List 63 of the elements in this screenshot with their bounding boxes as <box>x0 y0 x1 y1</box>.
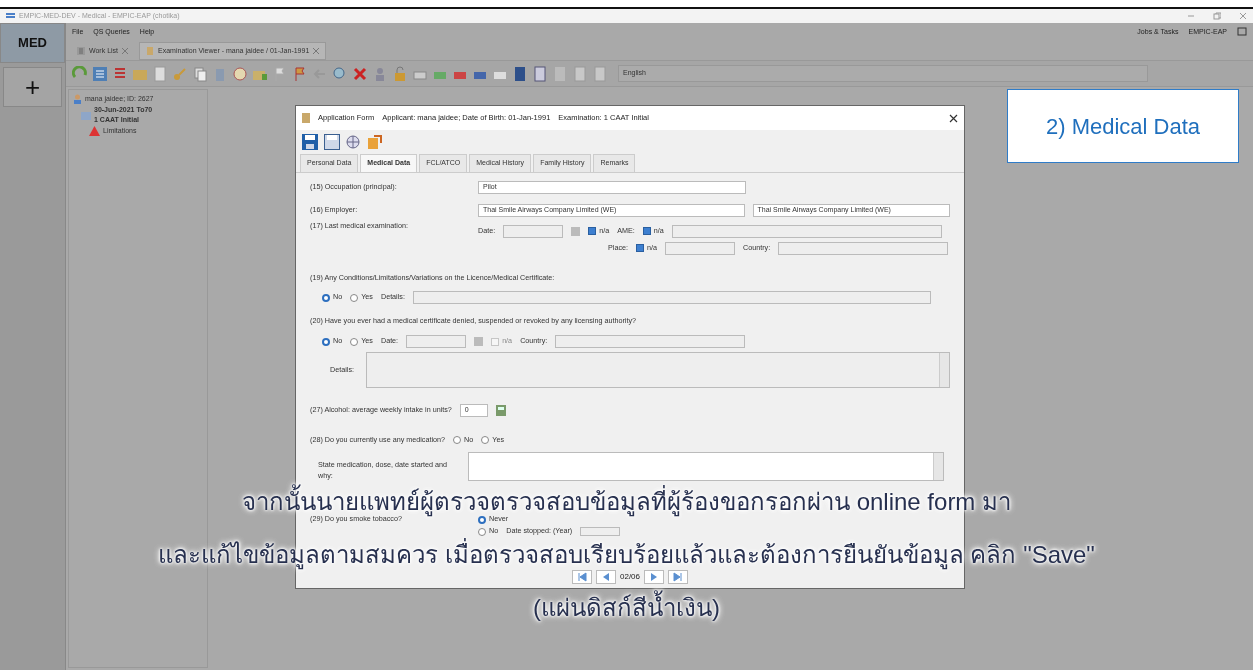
form-icon <box>302 113 310 123</box>
details-field[interactable] <box>365 352 950 389</box>
radio-button[interactable] <box>350 337 359 346</box>
add-button[interactable]: + <box>3 67 62 107</box>
search-icon[interactable] <box>332 65 348 82</box>
list-icon <box>77 46 85 55</box>
radio-button[interactable] <box>478 527 486 536</box>
checkbox[interactable] <box>588 227 597 235</box>
app-icon <box>6 12 15 20</box>
first-page-icon <box>577 572 587 582</box>
list-icon[interactable] <box>92 65 108 82</box>
document-icon <box>146 46 155 55</box>
restore-icon[interactable] <box>1213 12 1221 20</box>
place-field[interactable] <box>665 241 735 255</box>
next-page-icon <box>649 572 659 582</box>
copy-icon[interactable] <box>192 65 208 82</box>
page-indicator: 02/06 <box>620 571 640 583</box>
country-dropdown[interactable] <box>555 335 746 349</box>
document-icon[interactable] <box>572 65 588 82</box>
document-icon[interactable] <box>152 65 168 82</box>
medication-field[interactable] <box>468 451 944 481</box>
document-icon[interactable] <box>592 65 608 82</box>
calendar-icon[interactable] <box>474 337 484 347</box>
lock-icon[interactable] <box>392 65 408 82</box>
pager-button[interactable] <box>572 570 592 584</box>
pager-button[interactable] <box>644 570 664 584</box>
checkbox[interactable] <box>636 244 644 252</box>
radio-button[interactable] <box>453 436 462 445</box>
close-icon[interactable] <box>949 113 958 123</box>
document-icon[interactable] <box>532 65 548 82</box>
radio-button[interactable] <box>350 293 359 302</box>
radio-button[interactable] <box>481 436 490 445</box>
date-field[interactable] <box>503 224 564 238</box>
radio-button[interactable] <box>478 515 486 524</box>
key-icon[interactable] <box>172 65 188 82</box>
previous-page-icon <box>601 572 611 582</box>
calendar-icon[interactable] <box>571 226 581 236</box>
radio-button[interactable] <box>322 293 330 302</box>
calculator-icon[interactable] <box>495 405 506 417</box>
year-field[interactable] <box>580 527 621 537</box>
module-tab[interactable]: MED <box>0 23 65 63</box>
checkbox[interactable] <box>642 227 651 235</box>
callout-label: 2) Medical Data <box>1007 89 1239 163</box>
person-icon <box>73 94 82 105</box>
document-icon[interactable] <box>512 65 528 82</box>
delete-icon[interactable] <box>352 65 368 82</box>
flag-icon[interactable] <box>292 65 308 82</box>
warning-icon <box>89 125 100 136</box>
folder-icon <box>81 110 91 120</box>
pager-button[interactable] <box>668 570 688 584</box>
save-icon[interactable] <box>324 134 340 150</box>
globe-icon[interactable] <box>346 135 360 149</box>
details-field[interactable] <box>412 291 931 305</box>
ame-field[interactable] <box>671 224 942 238</box>
radio-button[interactable] <box>322 337 330 346</box>
pager-button[interactable] <box>596 570 616 584</box>
last-page-icon <box>673 572 683 582</box>
save-icon[interactable] <box>302 134 318 150</box>
minimize-icon[interactable] <box>1187 12 1195 20</box>
country-dropdown[interactable] <box>778 241 949 255</box>
clock-icon[interactable] <box>232 65 248 82</box>
date-field[interactable] <box>406 335 467 349</box>
export-icon[interactable] <box>366 134 382 150</box>
